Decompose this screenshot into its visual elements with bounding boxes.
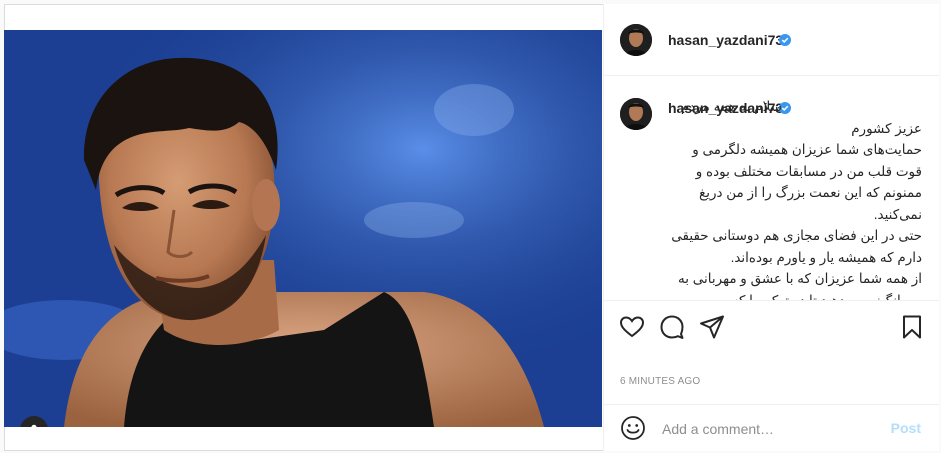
post-author-username[interactable]: hasan_yazdani73	[668, 32, 783, 48]
post-photo[interactable]	[4, 30, 602, 427]
avatar-image	[620, 24, 652, 56]
comment-bar: Post	[604, 404, 939, 451]
post-timestamp: 6 MINUTES AGO	[620, 376, 701, 387]
wrestler-photo	[4, 30, 602, 427]
post-comment-button[interactable]: Post	[891, 420, 921, 436]
action-bar	[604, 300, 939, 356]
avatar[interactable]	[620, 24, 652, 56]
smiley-icon[interactable]	[620, 415, 646, 441]
avatar-image	[620, 98, 652, 130]
bookmark-icon[interactable]	[898, 313, 926, 341]
heart-icon[interactable]	[618, 313, 646, 341]
verified-badge-icon	[779, 34, 791, 46]
caption-avatar[interactable]	[620, 98, 652, 130]
user-tag-icon	[31, 424, 37, 427]
post-header: hasan_yazdani73	[604, 4, 939, 76]
caption-text: سلام به همه مردم عزیز کشورم حمایت‌های شم…	[671, 99, 922, 300]
post-side-panel: hasan_yazdani73 hasan_yazdani73 سلام به …	[603, 4, 939, 451]
comment-input[interactable]	[660, 416, 884, 442]
caption-area: hasan_yazdani73 سلام به همه مردم عزیز کش…	[620, 92, 928, 300]
comment-icon[interactable]	[658, 313, 686, 341]
paper-plane-icon[interactable]	[698, 313, 726, 341]
